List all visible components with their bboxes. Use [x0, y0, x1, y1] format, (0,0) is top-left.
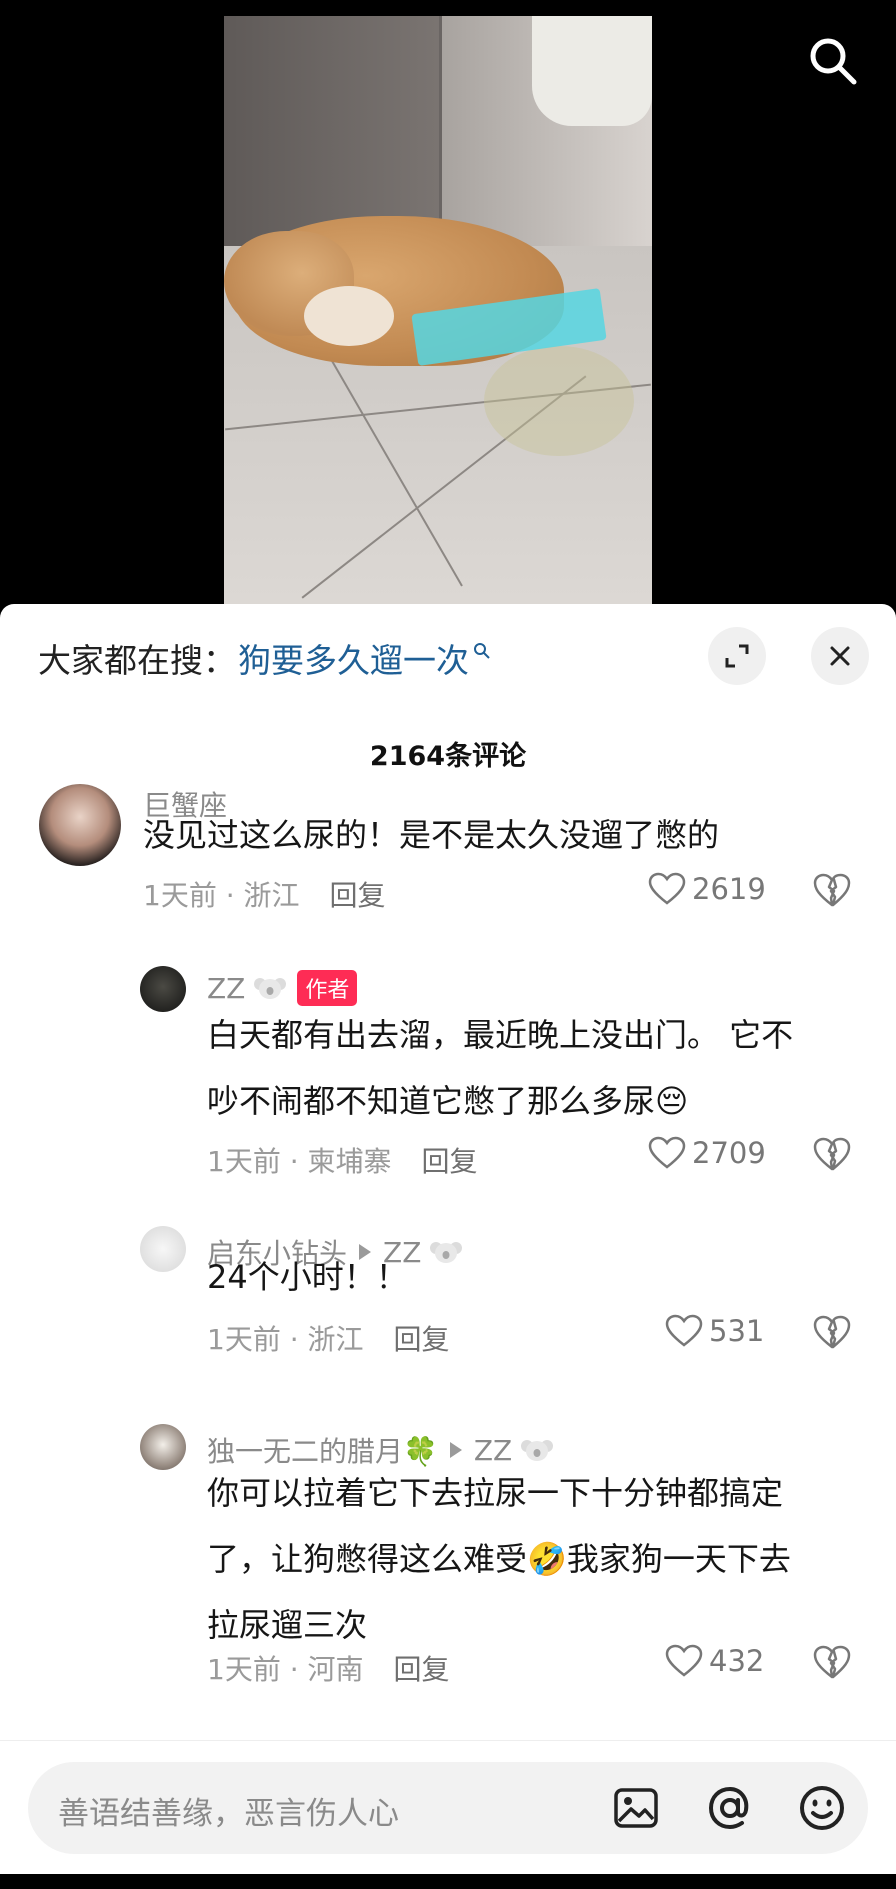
- bottom-system-strip: [0, 1874, 896, 1889]
- comment-text: 你可以拉着它下去拉尿一下十分钟都搞定 了，让狗憋得这么难受🤣我家狗一天下去 拉尿…: [207, 1474, 791, 1644]
- search-icon: [810, 38, 857, 85]
- comment-input-placeholder[interactable]: 善语结善缘，恶言伤人心: [58, 1788, 399, 1833]
- reply-button[interactable]: 回复: [394, 1318, 450, 1358]
- comment-time: 1天前 · 浙江: [207, 1323, 364, 1356]
- search-icon: [474, 643, 490, 659]
- image-icon: [614, 1788, 658, 1828]
- broken-heart-icon: [813, 873, 851, 907]
- avatar[interactable]: [140, 1424, 186, 1470]
- emoji-icon: [800, 1786, 844, 1830]
- search-button[interactable]: [800, 28, 864, 92]
- video-frame[interactable]: [224, 16, 652, 604]
- like-count: 531: [709, 1314, 765, 1348]
- broken-heart-icon: [813, 1645, 851, 1679]
- comment-time: 1天前 · 柬埔寨: [207, 1145, 392, 1178]
- reply-button[interactable]: 回复: [394, 1648, 450, 1688]
- close-icon: [830, 646, 850, 666]
- close-button[interactable]: [811, 627, 869, 685]
- like-count: 2709: [692, 1136, 766, 1170]
- avatar[interactable]: [140, 1226, 186, 1272]
- like-button[interactable]: 531: [665, 1314, 764, 1348]
- mention-button[interactable]: [702, 1780, 758, 1836]
- avatar[interactable]: [39, 784, 121, 866]
- dislike-button[interactable]: [812, 1644, 852, 1684]
- like-count: 2619: [692, 872, 766, 906]
- comment-meta: 1天前 · 柬埔寨 回复: [207, 1140, 478, 1180]
- video-towel: [532, 16, 652, 126]
- reply-arrow-icon: [449, 1442, 462, 1458]
- comment-count: 2164条评论: [369, 741, 527, 772]
- comment-input-bar[interactable]: 善语结善缘，恶言伤人心: [28, 1762, 868, 1854]
- dog-chest: [304, 286, 394, 346]
- comment-meta: 1天前 · 河南 回复: [207, 1648, 450, 1688]
- broken-heart-icon: [813, 1137, 851, 1171]
- heart-icon: [648, 1136, 686, 1169]
- koala-icon: [254, 978, 287, 999]
- comment-time: 1天前 · 浙江: [143, 879, 300, 912]
- emoji-button[interactable]: [794, 1780, 850, 1836]
- comment-time: 1天前 · 河南: [207, 1653, 364, 1686]
- dislike-button[interactable]: [812, 872, 852, 912]
- hot-search-prefix: 大家都在搜：: [38, 641, 236, 680]
- reply-button[interactable]: 回复: [330, 874, 386, 914]
- comment-text: 白天都有出去溜，最近晚上没出门。 它不 吵不闹都不知道它憋了那么多尿😔: [207, 1016, 794, 1120]
- reply-button[interactable]: 回复: [422, 1140, 478, 1180]
- like-button[interactable]: 2709: [648, 1136, 766, 1170]
- comment-meta: 1天前 · 浙江 回复: [207, 1318, 450, 1358]
- video-puddle: [484, 346, 634, 456]
- dislike-button[interactable]: [812, 1314, 852, 1354]
- input-divider: [0, 1740, 896, 1741]
- like-button[interactable]: 432: [665, 1644, 764, 1678]
- heart-icon: [665, 1644, 703, 1677]
- author-badge: 作者: [297, 970, 358, 1006]
- like-button[interactable]: 2619: [648, 872, 766, 906]
- avatar[interactable]: [140, 966, 186, 1012]
- comment-text: 24个小时！！: [207, 1258, 408, 1296]
- at-icon: [708, 1786, 749, 1830]
- expand-button[interactable]: [708, 627, 766, 685]
- heart-icon: [665, 1314, 703, 1347]
- like-count: 432: [709, 1644, 765, 1678]
- comment-meta: 1天前 · 浙江 回复: [143, 874, 386, 914]
- broken-heart-icon: [813, 1315, 851, 1349]
- comment-username[interactable]: ZZ 作者: [207, 970, 358, 1006]
- hot-search[interactable]: 大家都在搜： 狗要多久遛一次: [38, 634, 491, 682]
- image-button[interactable]: [608, 1780, 664, 1836]
- comment-text: 没见过这么尿的！是不是太久没遛了憋的: [143, 816, 720, 854]
- hot-search-term[interactable]: 狗要多久遛一次: [238, 634, 469, 682]
- heart-icon: [648, 872, 686, 905]
- dislike-button[interactable]: [812, 1136, 852, 1176]
- koala-icon: [430, 1242, 463, 1263]
- comment-sheet: 大家都在搜： 狗要多久遛一次 2164条评论 巨蟹座 没见过这么尿的！是不是太久…: [0, 604, 896, 1889]
- expand-icon: [725, 644, 749, 668]
